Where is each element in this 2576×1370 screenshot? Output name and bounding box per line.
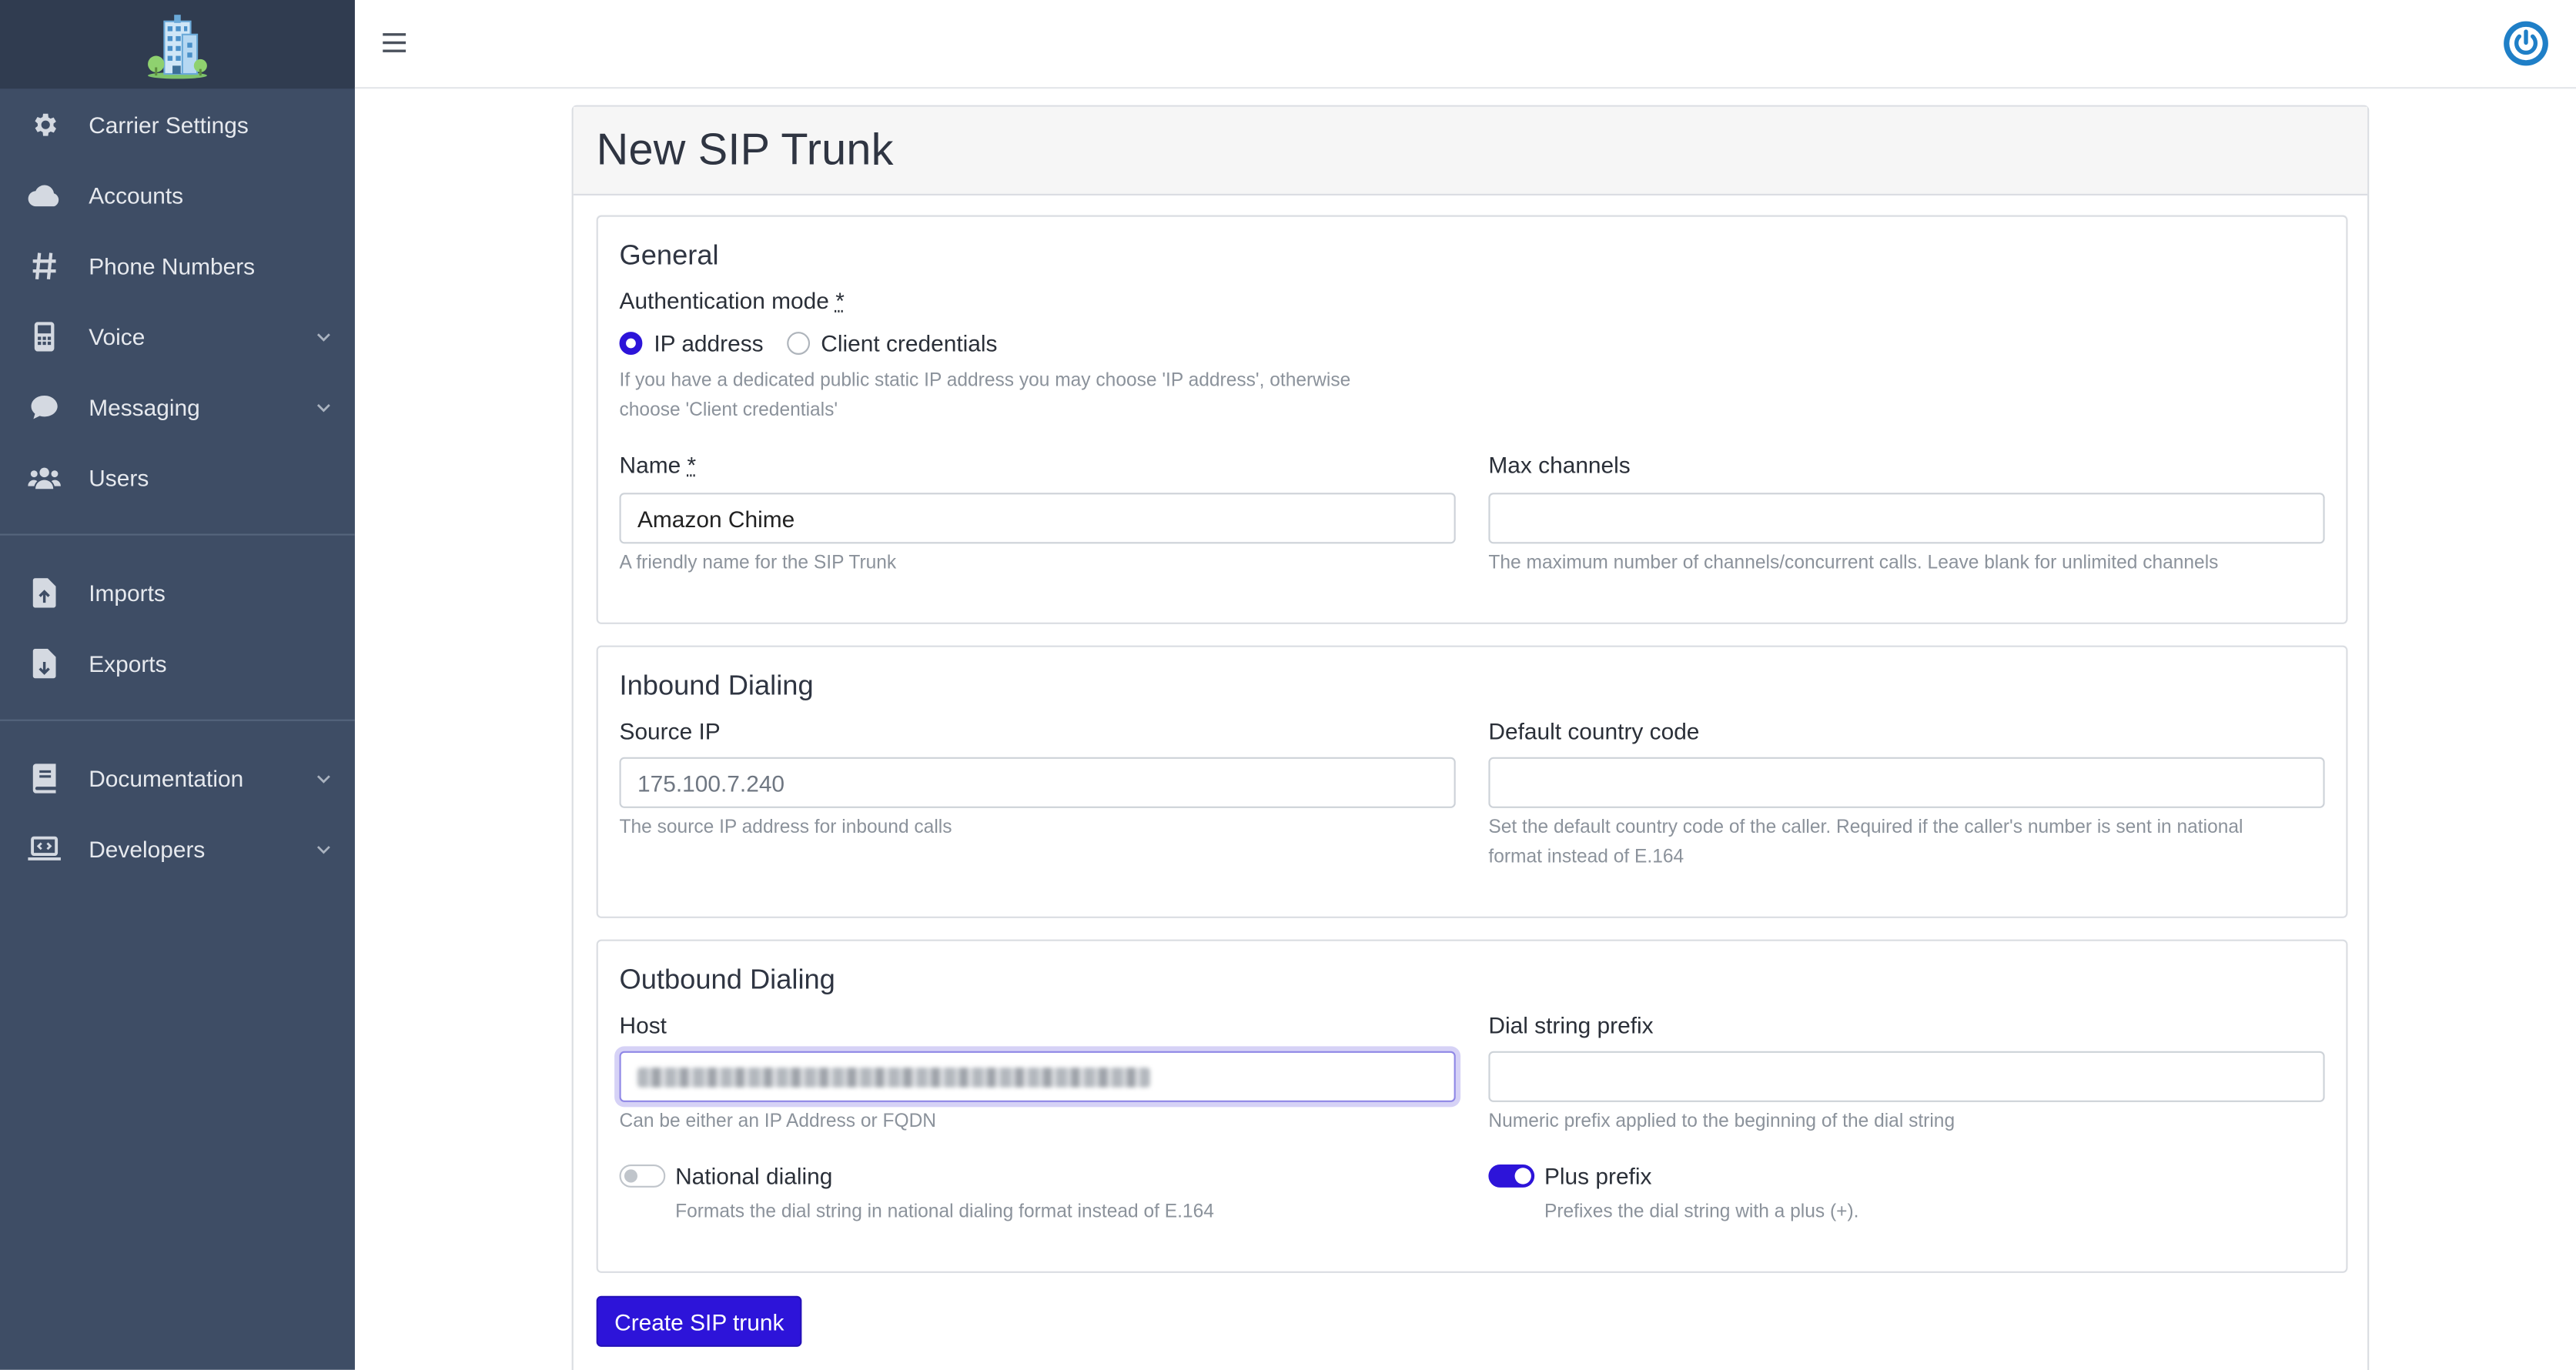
book-icon — [28, 761, 61, 794]
national-dialing-toggle[interactable] — [619, 1164, 666, 1188]
inbound-dialing-section: Inbound Dialing Source IP The source IP … — [596, 645, 2348, 918]
chevron-down-icon — [316, 774, 330, 783]
page-title: New SIP Trunk — [596, 125, 894, 175]
sidebar-divider — [0, 533, 355, 536]
section-heading: General — [619, 239, 719, 272]
sidebar-item-developers[interactable]: Developers — [0, 813, 355, 884]
dial-string-prefix-help: Numeric prefix applied to the beginning … — [1488, 1111, 1955, 1132]
sidebar-item-carrier-settings[interactable]: Carrier Settings — [0, 89, 355, 159]
source-ip-label: Source IP — [619, 717, 721, 744]
plus-prefix-help: Prefixes the dial string with a plus (+)… — [1544, 1202, 1859, 1222]
country-code-help-line: Set the default country code of the call… — [1488, 817, 2243, 838]
sidebar-nav-help: Documentation Developers — [0, 743, 355, 884]
country-code-help-line: format instead of E.164 — [1488, 847, 1684, 867]
auth-mode-help-line: choose 'Client credentials' — [619, 399, 838, 420]
phone-device-icon — [28, 319, 61, 353]
sidebar-item-label: Imports — [89, 579, 166, 606]
card-header: New SIP Trunk — [573, 106, 2368, 195]
users-icon — [28, 461, 61, 494]
auth-mode-help-line: If you have a dedicated public static IP… — [619, 371, 1351, 391]
new-sip-trunk-card: New SIP Trunk General Authentication mod… — [571, 105, 2370, 1370]
host-input[interactable] — [619, 1051, 1456, 1102]
radio-ip-address[interactable] — [619, 332, 643, 355]
sidebar-item-label: Carrier Settings — [89, 111, 249, 138]
topbar — [354, 0, 2576, 89]
section-heading: Inbound Dialing — [619, 670, 814, 702]
auth-mode-help: If you have a dedicated public static IP… — [620, 368, 1351, 426]
auth-mode-label-text: Authentication mode — [619, 287, 829, 314]
source-ip-input[interactable] — [619, 757, 1456, 808]
radio-client-credentials[interactable] — [786, 332, 810, 355]
sidebar-item-label: Documentation — [89, 764, 244, 791]
sidebar-divider — [0, 719, 355, 721]
host-label: Host — [619, 1011, 667, 1038]
default-country-code-help: Set the default country code of the call… — [1488, 814, 2243, 872]
radio-label-client-credentials[interactable]: Client credentials — [821, 330, 997, 356]
general-section: General Authentication mode * IP address… — [596, 215, 2348, 624]
auth-mode-radio-group: IP address Client credentials — [619, 330, 997, 356]
building-logo-icon — [148, 15, 207, 79]
auth-mode-label: Authentication mode * — [620, 287, 845, 313]
chevron-down-icon — [316, 403, 330, 412]
default-country-code-input[interactable] — [1488, 757, 2325, 808]
file-export-icon — [28, 647, 61, 680]
chat-bubble-icon — [28, 390, 61, 423]
sidebar-item-voice[interactable]: Voice — [0, 301, 355, 372]
file-import-icon — [28, 576, 61, 609]
name-help: A friendly name for the SIP Trunk — [619, 553, 897, 573]
name-input[interactable] — [619, 493, 1456, 544]
sidebar-item-imports[interactable]: Imports — [0, 556, 355, 627]
hash-icon — [28, 249, 61, 282]
brand-bar[interactable] — [0, 0, 355, 89]
cloud-icon — [28, 179, 61, 212]
max-channels-label: Max channels — [1488, 451, 1631, 478]
default-country-code-label: Default country code — [1488, 717, 1700, 744]
section-heading: Outbound Dialing — [619, 964, 835, 996]
sidebar-item-label: Accounts — [89, 181, 184, 208]
app-root: Carrier Settings Accounts Phone Numbers … — [0, 0, 2576, 1370]
gear-icon — [28, 108, 61, 141]
sidebar-item-users[interactable]: Users — [0, 442, 355, 513]
required-mark: * — [835, 287, 845, 314]
radio-label-ip-address[interactable]: IP address — [654, 330, 763, 356]
sidebar-item-label: Users — [89, 463, 149, 490]
plus-prefix-toggle[interactable] — [1488, 1164, 1535, 1188]
sidebar-item-label: Developers — [89, 835, 206, 862]
max-channels-input[interactable] — [1488, 493, 2325, 544]
code-laptop-icon — [28, 832, 61, 865]
sidebar-item-label: Voice — [89, 322, 146, 349]
sidebar-item-accounts[interactable]: Accounts — [0, 159, 355, 230]
plus-prefix-label[interactable]: Plus prefix — [1544, 1163, 1651, 1189]
dial-string-prefix-label: Dial string prefix — [1488, 1011, 1654, 1038]
sidebar-item-label: Exports — [89, 649, 167, 677]
sidebar-item-label: Phone Numbers — [89, 252, 256, 279]
national-dialing-label[interactable]: National dialing — [675, 1163, 832, 1189]
sidebar-item-messaging[interactable]: Messaging — [0, 371, 355, 442]
name-label: Name * — [620, 452, 697, 478]
required-mark: * — [687, 451, 697, 478]
sidebar-item-phone-numbers[interactable]: Phone Numbers — [0, 230, 355, 301]
national-dialing-help: Formats the dial string in national dial… — [675, 1202, 1214, 1222]
redacted-host-value — [637, 1068, 1150, 1088]
chevron-down-icon — [316, 332, 330, 341]
outbound-dialing-section: Outbound Dialing Host Can be either an I… — [596, 939, 2348, 1273]
chevron-down-icon — [316, 845, 330, 854]
sidebar: Carrier Settings Accounts Phone Numbers … — [0, 0, 355, 1370]
sidebar-item-documentation[interactable]: Documentation — [0, 743, 355, 814]
sidebar-item-label: Messaging — [89, 393, 200, 420]
sidebar-nav: Carrier Settings Accounts Phone Numbers … — [0, 89, 355, 513]
create-sip-trunk-button[interactable]: Create SIP trunk — [596, 1295, 802, 1347]
hamburger-icon[interactable] — [381, 29, 407, 55]
power-icon[interactable] — [2502, 20, 2550, 68]
sidebar-item-exports[interactable]: Exports — [0, 627, 355, 698]
source-ip-help: The source IP address for inbound calls — [619, 817, 952, 838]
sidebar-nav-data: Imports Exports — [0, 556, 355, 698]
host-help: Can be either an IP Address or FQDN — [619, 1111, 937, 1132]
name-label-text: Name — [619, 451, 681, 478]
max-channels-help: The maximum number of channels/concurren… — [1488, 553, 2219, 573]
dial-string-prefix-input[interactable] — [1488, 1051, 2325, 1102]
